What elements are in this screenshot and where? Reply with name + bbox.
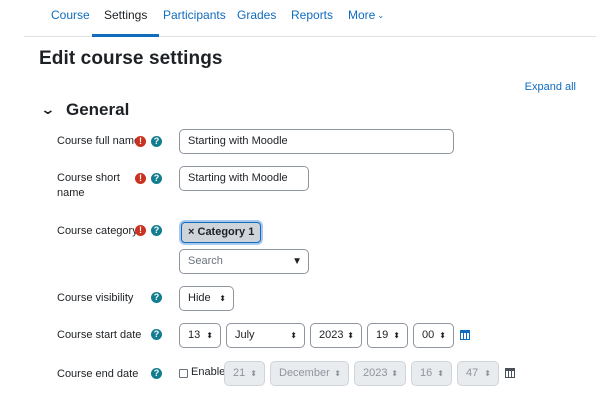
end-minute-value: 47	[466, 367, 479, 379]
short-name-label-line2: name	[57, 187, 85, 199]
help-icon[interactable]: ?	[151, 225, 162, 236]
start-hour-select[interactable]: 19 ⬍	[367, 323, 408, 348]
select-arrows-icon: ⬍	[391, 369, 398, 378]
visibility-select[interactable]: Hide ⬍	[179, 286, 234, 311]
section-title-general[interactable]: General	[66, 100, 129, 120]
start-year-select[interactable]: 2023 ⬍	[310, 323, 362, 348]
start-date-label: Course start date	[57, 329, 142, 341]
select-arrows-icon: ⬍	[206, 331, 213, 340]
category-tag[interactable]: × Category 1	[181, 222, 262, 243]
category-tag-label: Category 1	[197, 226, 255, 238]
calendar-icon[interactable]	[505, 368, 515, 378]
collapse-chevron-icon[interactable]: ⌄	[40, 101, 55, 118]
full-name-input[interactable]: Starting with Moodle	[179, 129, 454, 154]
end-month-value: December	[279, 367, 330, 379]
select-arrows-icon: ⬍	[219, 294, 226, 303]
select-arrows-icon: ⬍	[393, 331, 400, 340]
select-arrows-icon: ⬍	[250, 369, 257, 378]
tab-more-label: More	[348, 8, 376, 22]
dropdown-triangle-icon[interactable]: ▼	[292, 250, 302, 273]
chevron-down-icon: ⌄	[377, 11, 385, 20]
help-icon[interactable]: ?	[151, 368, 162, 379]
category-label: Course category	[57, 225, 138, 237]
help-icon[interactable]: ?	[151, 173, 162, 184]
tab-reports[interactable]: Reports	[291, 0, 333, 36]
start-day-select[interactable]: 13 ⬍	[179, 323, 221, 348]
start-month-value: July	[235, 329, 255, 341]
tab-grades[interactable]: Grades	[237, 0, 276, 36]
calendar-icon[interactable]	[460, 330, 470, 340]
select-arrows-icon: ⬍	[484, 369, 491, 378]
end-hour-value: 16	[420, 367, 433, 379]
short-name-label-line1: Course short	[57, 172, 120, 184]
end-date-label: Course end date	[57, 368, 139, 380]
start-day-value: 13	[188, 329, 201, 341]
required-icon[interactable]: !	[135, 173, 146, 184]
secondary-navigation: Course Settings Participants Grades Repo…	[24, 0, 596, 37]
visibility-label: Course visibility	[57, 292, 134, 304]
tab-course[interactable]: Course	[51, 0, 90, 36]
start-year-value: 2023	[319, 329, 344, 341]
end-day-select[interactable]: 21 ⬍	[224, 361, 265, 386]
required-icon[interactable]: !	[135, 225, 146, 236]
short-name-input[interactable]: Starting with Moodle	[179, 166, 309, 191]
help-icon[interactable]: ?	[151, 329, 162, 340]
end-minute-select[interactable]: 47 ⬍	[457, 361, 499, 386]
category-search-input[interactable]: Search ▼	[179, 249, 309, 274]
select-arrows-icon: ⬍	[347, 331, 354, 340]
search-placeholder: Search	[188, 255, 223, 267]
tab-participants[interactable]: Participants	[163, 0, 226, 36]
select-arrows-icon: ⬍	[439, 331, 446, 340]
tab-settings[interactable]: Settings	[91, 0, 160, 37]
end-year-value: 2023	[363, 367, 388, 379]
end-date-enable-checkbox[interactable]	[179, 369, 188, 378]
page-title: Edit course settings	[39, 48, 223, 69]
select-arrows-icon: ⬍	[334, 369, 341, 378]
remove-tag-icon[interactable]: ×	[188, 226, 194, 238]
help-icon[interactable]: ?	[151, 136, 162, 147]
end-month-select[interactable]: December ⬍	[270, 361, 349, 386]
start-minute-value: 00	[422, 329, 435, 341]
enable-label[interactable]: Enable	[191, 366, 225, 378]
help-icon[interactable]: ?	[151, 292, 162, 303]
visibility-value: Hide	[188, 292, 211, 304]
start-minute-select[interactable]: 00 ⬍	[413, 323, 454, 348]
select-arrows-icon: ⬍	[437, 369, 444, 378]
start-month-select[interactable]: July ⬍	[226, 323, 305, 348]
end-day-value: 21	[233, 367, 246, 379]
select-arrows-icon: ⬍	[290, 331, 297, 340]
full-name-label: Course full name	[57, 135, 141, 147]
start-hour-value: 19	[376, 329, 389, 341]
end-hour-select[interactable]: 16 ⬍	[411, 361, 452, 386]
required-icon[interactable]: !	[135, 136, 146, 147]
end-year-select[interactable]: 2023 ⬍	[354, 361, 406, 386]
short-name-label: Course short name	[57, 171, 120, 201]
expand-all-link[interactable]: Expand all	[525, 81, 576, 93]
tab-more[interactable]: More ⌄	[348, 0, 384, 36]
